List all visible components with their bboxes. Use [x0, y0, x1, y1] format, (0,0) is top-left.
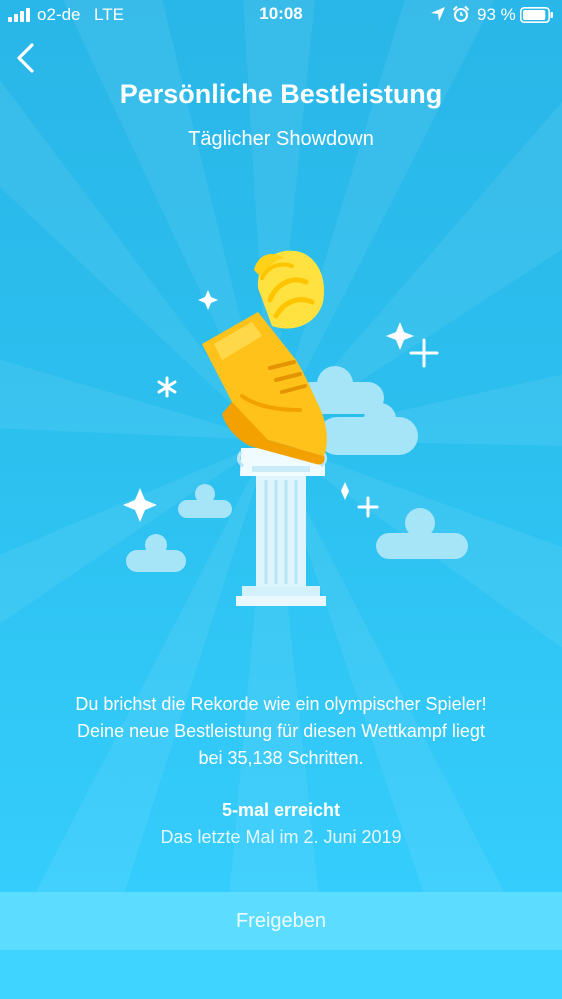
achievement-count: 5-mal erreicht — [221, 800, 341, 820]
achievement-screen: o2-de LTE 10:08 93 % Persönliche Bestlei… — [0, 0, 562, 999]
message-line-3: bei 35,138 Schritten. — [198, 748, 364, 768]
status-bar: o2-de LTE 10:08 93 % — [0, 0, 562, 30]
chevron-left-icon — [17, 43, 34, 73]
battery-percent: 93 % — [477, 5, 516, 24]
battery-icon — [520, 7, 553, 23]
achievement-message: Du brichst die Rekorde wie ein olympisch… — [20, 691, 542, 772]
share-button-label: Freigeben — [235, 909, 327, 932]
message-line-1: Du brichst die Rekorde wie ein olympisch… — [75, 694, 487, 714]
message-line-2: Deine neue Bestleistung für diesen Wettk… — [77, 721, 485, 741]
location-arrow-icon — [431, 7, 445, 21]
back-button[interactable] — [10, 40, 42, 76]
alarm-icon — [452, 5, 470, 22]
page-title: Persönliche Bestleistung — [119, 79, 443, 109]
bottom-strip — [0, 950, 562, 999]
last-achieved-date: Das letzte Mal im 2. Juni 2019 — [160, 827, 402, 847]
page-subtitle: Täglicher Showdown — [188, 128, 374, 150]
share-button[interactable]: Freigeben — [0, 892, 562, 950]
